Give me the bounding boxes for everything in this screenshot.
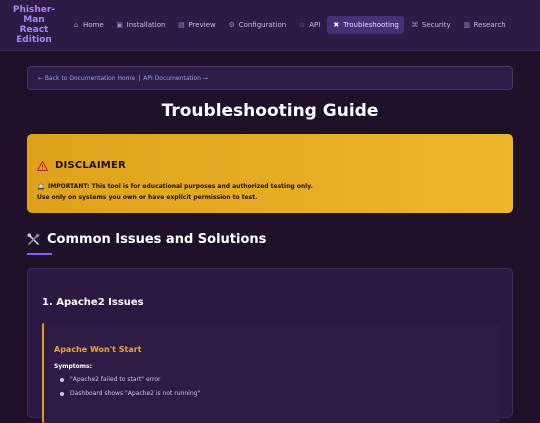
api-icon: ☆ xyxy=(299,21,306,29)
disclaimer-box: DISCLAIMER IMPORTANT: This tool is for e… xyxy=(27,134,513,213)
nav-item-preview[interactable]: ▤ Preview xyxy=(172,16,220,34)
security-icon: ⌘ xyxy=(411,21,419,29)
nav-item-security[interactable]: ⌘ Security xyxy=(406,16,456,34)
nav-item-configuration[interactable]: ⚙ Configuration xyxy=(223,16,291,34)
tools-icon: ✖ xyxy=(333,21,340,29)
nav-item-label: Preview xyxy=(188,21,216,29)
nav-menu: ⌂ Home ▣ Installation ▤ Preview ⚙ Config… xyxy=(67,16,511,34)
disclaimer-line-important: IMPORTANT: This tool is for educational … xyxy=(37,182,313,190)
nav-item-label: Research xyxy=(473,21,506,29)
disclaimer-title: DISCLAIMER xyxy=(55,160,126,171)
nav-item-research[interactable]: ▥ Research xyxy=(458,16,511,34)
disclaimer-important-text: IMPORTANT: This tool is for educational … xyxy=(48,182,313,190)
issue-title: Apache Won't Start xyxy=(54,345,142,354)
nav-item-label: Security xyxy=(421,21,451,29)
back-to-home-link[interactable]: ← Back to Documentation Home xyxy=(38,75,135,82)
brand-logo[interactable]: Phisher- Man React Edition xyxy=(0,0,68,51)
gear-icon: ⚙ xyxy=(228,21,235,29)
nav-item-label: Home xyxy=(83,21,104,29)
list-item: Dashboard shows "Apache2 is not running" xyxy=(58,390,200,404)
section-heading: Common Issues and Solutions xyxy=(27,232,266,247)
home-icon: ⌂ xyxy=(73,21,79,29)
tools-icon xyxy=(27,233,40,245)
warning-icon xyxy=(37,160,48,171)
top-navbar: Phisher- Man React Edition ⌂ Home ▣ Inst… xyxy=(0,0,540,51)
siren-icon xyxy=(37,182,45,190)
card-title: 1. Apache2 Issues xyxy=(42,297,144,308)
api-documentation-link[interactable]: API Documentation → xyxy=(143,75,208,82)
nav-item-api[interactable]: ☆ API xyxy=(293,16,325,34)
nav-item-label: Troubleshooting xyxy=(343,21,399,29)
page-title: Troubleshooting Guide xyxy=(161,101,379,121)
nav-item-home[interactable]: ⌂ Home xyxy=(67,16,109,34)
apache-issues-card: 1. Apache2 Issues Apache Won't Start Sym… xyxy=(27,268,513,423)
symptoms-label: Symptoms: xyxy=(54,363,92,370)
nav-item-installation[interactable]: ▣ Installation xyxy=(111,16,171,34)
nav-item-label: API xyxy=(309,21,321,29)
list-item: "Apache2 failed to start" error xyxy=(58,376,200,390)
disclaimer-header: DISCLAIMER xyxy=(37,160,126,171)
section-title: Common Issues and Solutions xyxy=(47,232,267,247)
nav-item-label: Installation xyxy=(126,21,166,29)
breadcrumb-separator: | xyxy=(138,74,141,82)
disclaimer-permission-text: Use only on systems you own or have expl… xyxy=(37,194,258,201)
research-icon: ▥ xyxy=(463,21,470,29)
installation-icon: ▣ xyxy=(116,21,123,29)
issue-block: Apache Won't Start Symptoms: "Apache2 fa… xyxy=(42,323,500,423)
section-underline xyxy=(27,253,52,255)
nav-item-troubleshooting[interactable]: ✖ Troubleshooting xyxy=(327,16,404,34)
breadcrumb: ← Back to Documentation Home | API Docum… xyxy=(27,66,513,90)
nav-item-label: Configuration xyxy=(238,21,287,29)
symptom-list: "Apache2 failed to start" error Dashboar… xyxy=(58,376,200,404)
preview-icon: ▤ xyxy=(178,21,185,29)
